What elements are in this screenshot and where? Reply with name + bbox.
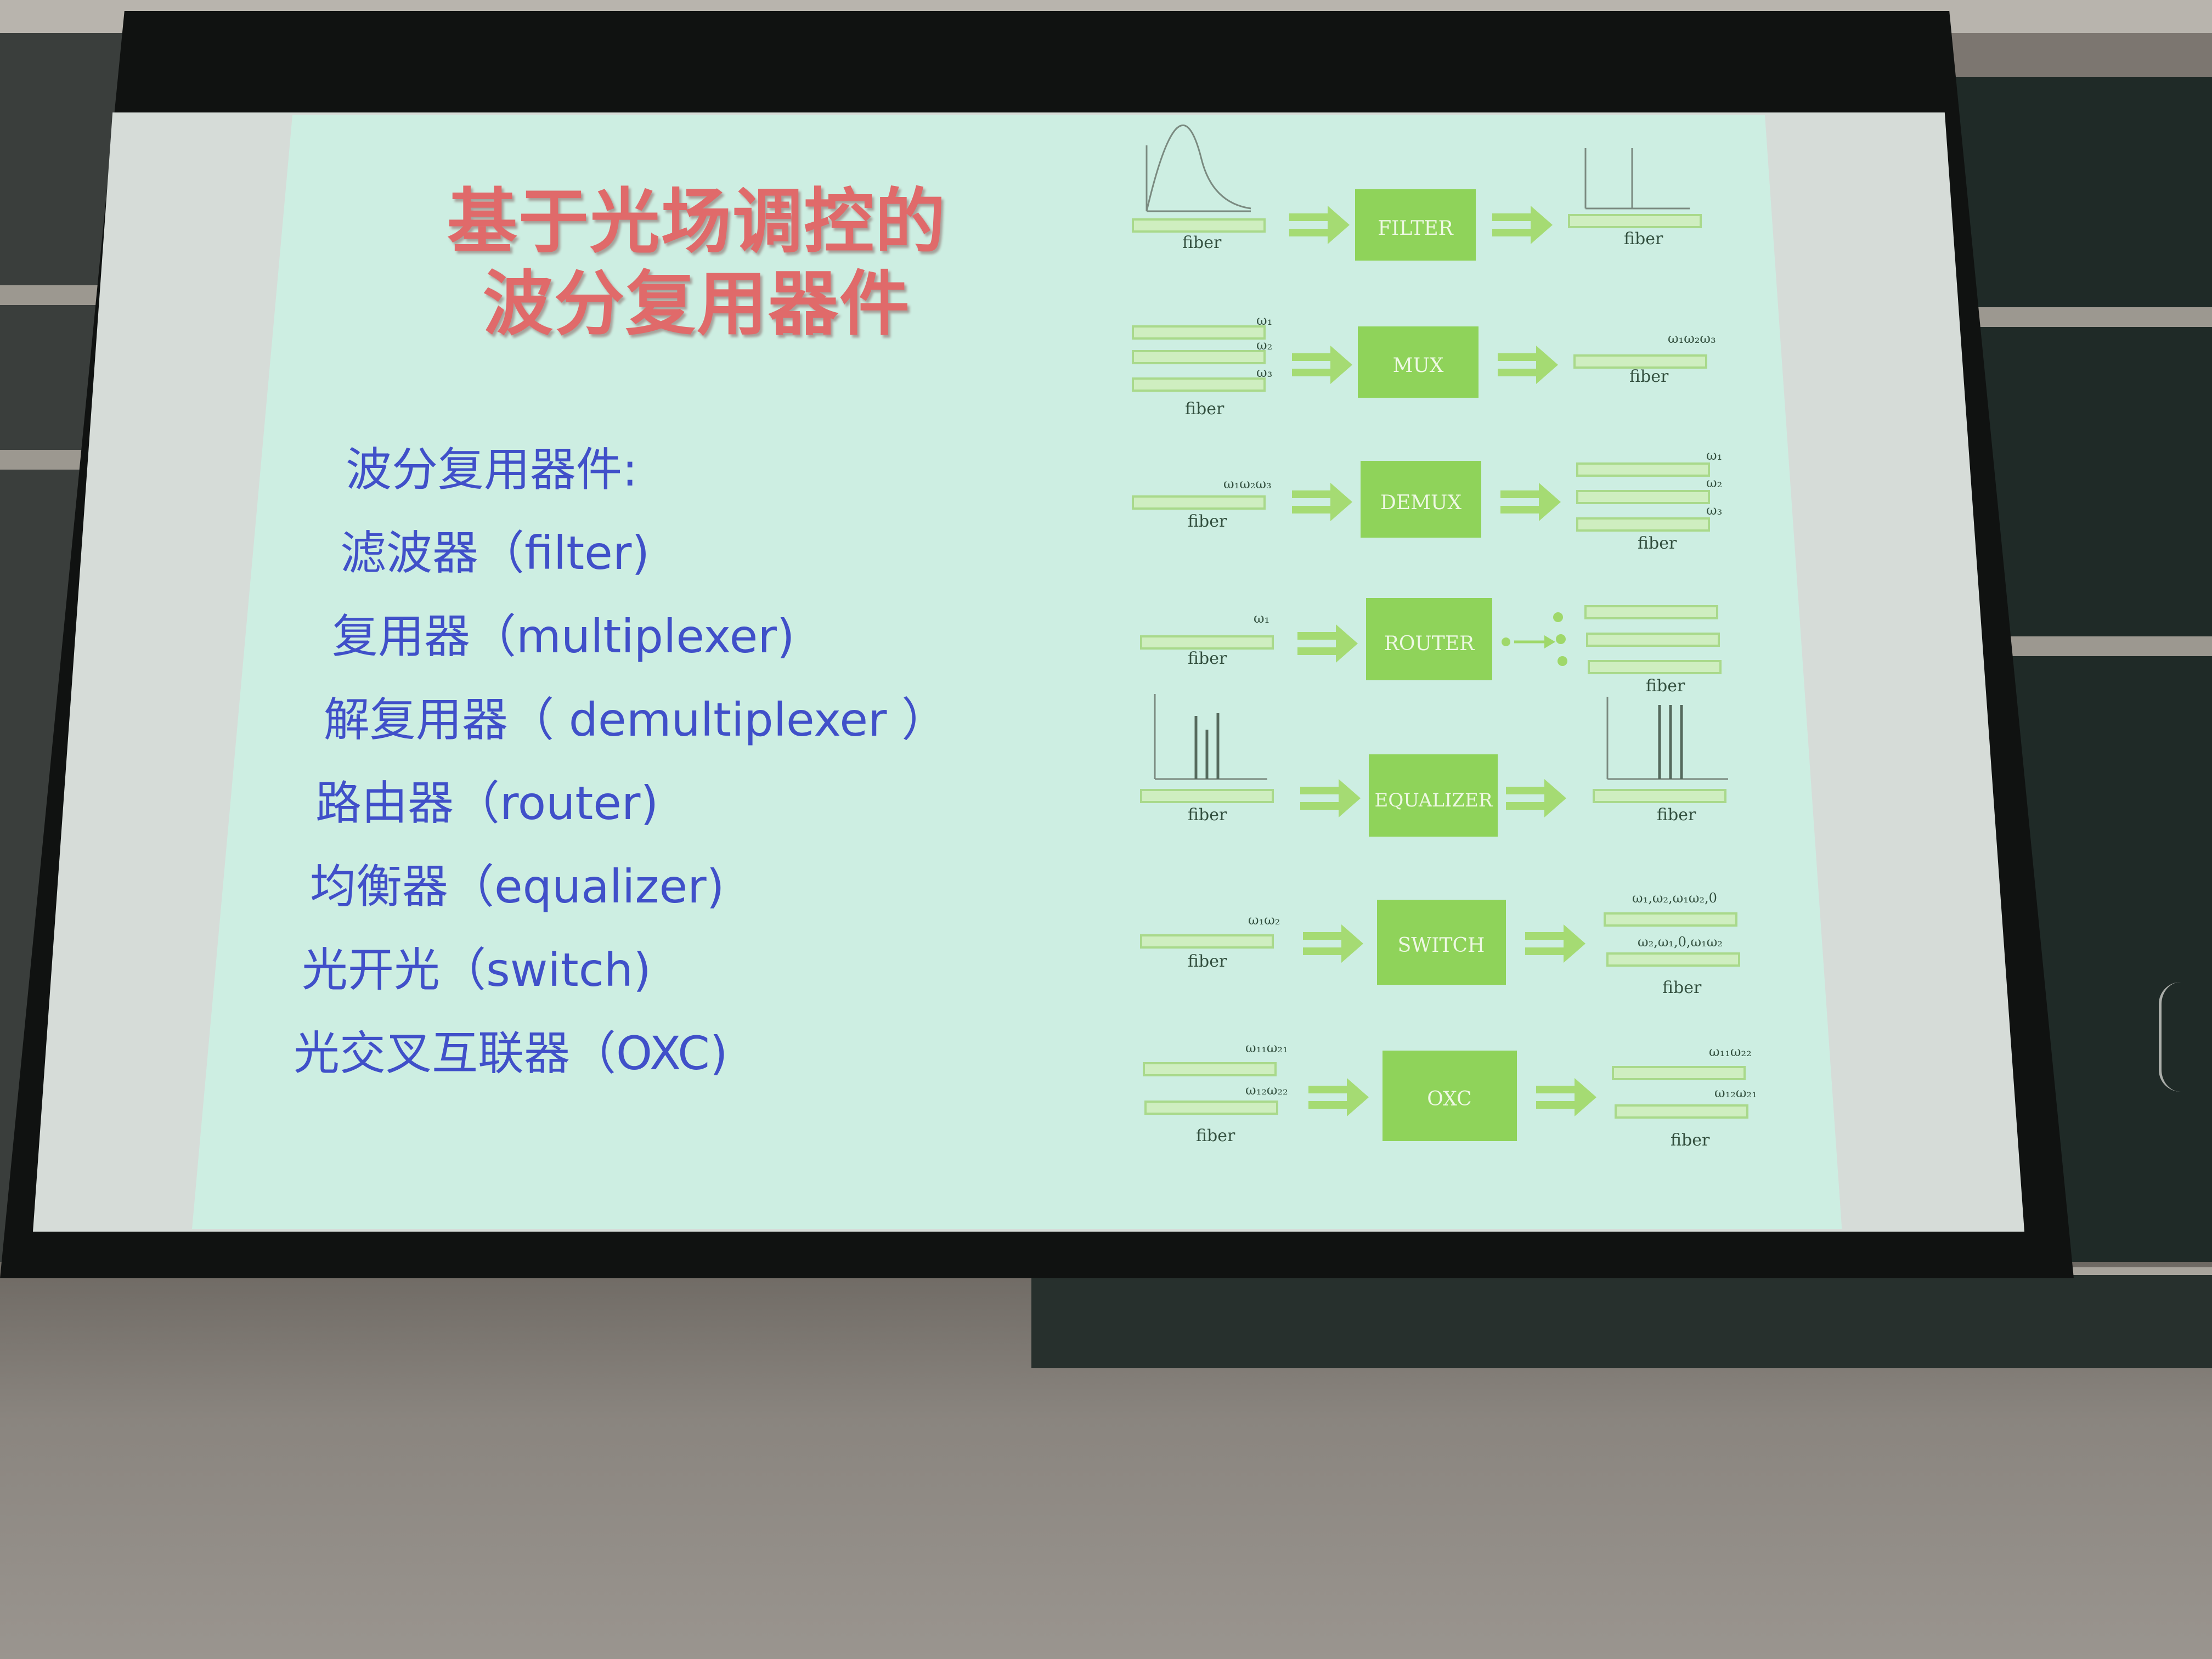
fiber-label: fiber — [1662, 978, 1702, 997]
demux-box-label: DEMUX — [1380, 492, 1462, 514]
mux-input-label: ω₁ — [1256, 313, 1272, 328]
fiber-in — [1132, 350, 1266, 364]
switch-row: ω₁ω₂ fiber SWITCH ω₁,ω₂,ω₁ω₂,0 ω₂,ω₁,0,ω… — [1140, 890, 1740, 997]
fiber-label: fiber — [1185, 399, 1224, 419]
demux-input-label: ω₁ω₂ω₃ — [1223, 476, 1272, 492]
router-junction — [1502, 637, 1510, 646]
demux-output-label: ω₃ — [1706, 503, 1722, 518]
router-port — [1556, 634, 1566, 644]
fiber-out — [1588, 660, 1722, 674]
fiber-label: fiber — [1646, 676, 1685, 696]
fiber-label: fiber — [1624, 229, 1663, 249]
fiber-out — [1576, 490, 1710, 504]
fiber-label: fiber — [1188, 649, 1227, 668]
oxc-input-label: ω₁₂ω₂₂ — [1245, 1082, 1288, 1098]
fiber-out — [1568, 214, 1702, 228]
router-port — [1553, 612, 1563, 622]
oxc-input-label: ω₁₁ω₂₁ — [1245, 1040, 1288, 1056]
router-switch-arrow-head — [1544, 635, 1555, 648]
fiber-out — [1612, 1066, 1746, 1080]
arrow-out — [1525, 924, 1585, 963]
fiber-label: fiber — [1182, 233, 1222, 252]
fiber-label: fiber — [1196, 1126, 1235, 1146]
router-row: ω₁ fiber ROUTER fiber — [1140, 598, 1722, 696]
fiber-out — [1584, 605, 1718, 619]
fiber-label: fiber — [1671, 1131, 1710, 1150]
switch-output-label: ω₂,ω₁,0,ω₁ω₂ — [1638, 934, 1723, 950]
arrow-out — [1506, 779, 1566, 817]
mux-box-label: MUX — [1393, 354, 1444, 377]
arrow-out — [1500, 483, 1561, 521]
fiber-in — [1140, 934, 1274, 949]
switch-input-label: ω₁ω₂ — [1248, 912, 1280, 928]
mux-output-label: ω₁ω₂ω₃ — [1668, 331, 1716, 346]
switch-box-label: SWITCH — [1398, 934, 1485, 957]
arrow-in — [1292, 483, 1352, 521]
fiber-label: fiber — [1188, 805, 1227, 825]
router-box-label: ROUTER — [1384, 633, 1475, 655]
arrow-in — [1300, 779, 1361, 817]
filter-box-label: FILTER — [1378, 217, 1453, 240]
fiber-in — [1132, 495, 1266, 510]
mux-input-label: ω₃ — [1256, 365, 1272, 380]
router-port — [1558, 656, 1567, 666]
fiber-in — [1132, 325, 1266, 340]
fiber-out — [1615, 1104, 1748, 1119]
fiber-label: fiber — [1188, 512, 1227, 531]
fiber-label: fiber — [1638, 534, 1677, 553]
demux-row: ω₁ω₂ω₃ fiber DEMUX ω₁ ω₂ ω₃ fiber — [1132, 448, 1722, 553]
demux-output-label: ω₂ — [1706, 475, 1722, 490]
arrow-in — [1292, 346, 1352, 384]
oxc-row: ω₁₁ω₂₁ ω₁₂ω₂₂ fiber OXC ω₁₁ω₂₂ ω₁₂ω₂₁ fi… — [1143, 1040, 1757, 1150]
oxc-box-label: OXC — [1427, 1088, 1471, 1110]
filter-spectrum-curve — [1146, 124, 1251, 212]
fiber-in — [1144, 1101, 1278, 1115]
fiber-out — [1593, 789, 1726, 803]
switch-output-label: ω₁,ω₂,ω₁ω₂,0 — [1632, 890, 1717, 906]
fiber-out — [1576, 517, 1710, 532]
arrow-in — [1308, 1078, 1369, 1116]
fiber-out — [1606, 952, 1740, 967]
fiber-in — [1140, 789, 1274, 803]
arrow-out — [1498, 346, 1558, 384]
arrow-out — [1536, 1078, 1596, 1116]
fiber-in — [1132, 218, 1266, 233]
fiber-label: fiber — [1657, 805, 1696, 825]
arrow-out — [1492, 206, 1553, 244]
fiber-label: fiber — [1629, 367, 1669, 386]
fiber-in — [1140, 635, 1274, 650]
demux-output-label: ω₁ — [1706, 448, 1722, 463]
router-input-label: ω₁ — [1254, 611, 1269, 626]
equalizer-row: fiber EQUALIZER fiber — [1140, 694, 1728, 837]
arrow-in — [1303, 924, 1363, 963]
oxc-output-label: ω₁₂ω₂₁ — [1714, 1085, 1757, 1101]
wdm-device-diagram: fiber FILTER fiber ω₁ ω₂ ω₃ fiber MUX ω₁… — [1132, 124, 1757, 1150]
fiber-label: fiber — [1188, 952, 1227, 971]
filter-row: fiber FILTER fiber — [1132, 124, 1702, 261]
fiber-out — [1586, 633, 1720, 647]
fiber-in — [1143, 1062, 1277, 1076]
equalizer-box-label: EQUALIZER — [1375, 789, 1493, 811]
arrow-in — [1297, 624, 1358, 663]
fiber-out — [1604, 912, 1737, 927]
arrow-in — [1289, 206, 1350, 244]
mux-input-label: ω₂ — [1256, 337, 1272, 353]
fiber-out — [1576, 462, 1710, 477]
fiber-out — [1573, 354, 1707, 369]
fiber-in — [1132, 377, 1266, 392]
mux-row: ω₁ ω₂ ω₃ fiber MUX ω₁ω₂ω₃ fiber — [1132, 313, 1716, 419]
oxc-output-label: ω₁₁ω₂₂ — [1709, 1044, 1752, 1059]
